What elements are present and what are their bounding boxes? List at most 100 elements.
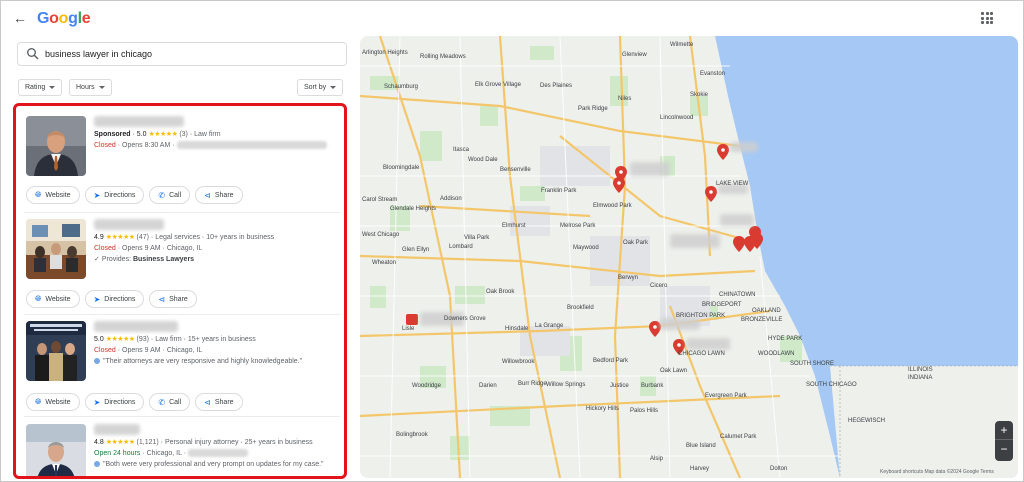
globe-icon: 🌐︎ (35, 294, 42, 303)
map-label: Lombard (449, 244, 473, 250)
map-label: Brookfield (567, 305, 594, 311)
website-button[interactable]: 🌐︎ Website (26, 186, 80, 204)
more-options-icon[interactable]: ⋮ (340, 126, 344, 137)
map-label: Bloomingdale (383, 165, 420, 171)
sort-by-dropdown[interactable]: Sort by (297, 79, 344, 96)
map-label: Harvey (690, 466, 710, 472)
result-thumbnail[interactable] (26, 219, 86, 279)
map-view[interactable]: Arlington Heights Wilmette Glenview Evan… (360, 36, 1018, 478)
result-thumbnail[interactable] (26, 321, 86, 381)
map-canvas (360, 36, 1018, 478)
map-label: Berwyn (618, 275, 639, 281)
zoom-out-button[interactable]: − (995, 439, 1013, 458)
map-label: Burbank (641, 383, 664, 389)
map-label: Melrose Park (560, 223, 596, 229)
map-label: SOUTH SHORE (790, 361, 835, 367)
category: Personal injury attorney (164, 439, 239, 446)
result-card[interactable]: Sponsored · 5.0 ★★★★★ (3) · Law firm Clo… (24, 116, 344, 212)
zoom-controls: + − (995, 421, 1013, 461)
share-label: Share (214, 191, 234, 199)
share-button[interactable]: ⊲ Share (195, 393, 243, 411)
call-button[interactable]: ✆ Call (149, 393, 191, 411)
map-label: Oak Brook (486, 289, 515, 295)
result-card[interactable]: 4.9 ★★★★★ (47) · Legal services · 10+ ye… (24, 219, 340, 315)
call-button[interactable]: ✆ Call (149, 186, 191, 204)
map-label: Itasca (453, 147, 470, 153)
chevron-down-icon (98, 86, 105, 89)
map-label: Bolingbrook (396, 432, 428, 438)
globe-icon: 🌐︎ (35, 190, 42, 199)
map-label: Wilmette (670, 42, 694, 48)
result-card[interactable]: 4.8 ★★★★★ (1,121) · Personal injury atto… (24, 424, 340, 476)
rating-value: 5.0 (136, 131, 147, 138)
website-button[interactable]: 🌐︎ Website (26, 393, 80, 411)
map-label: Evergreen Park (705, 393, 747, 399)
map-label: Calumet Park (720, 434, 757, 440)
directions-button[interactable]: ➤ Directions (84, 186, 145, 204)
map-label: Oak Park (623, 240, 649, 246)
map-label: Dolton (770, 466, 788, 472)
result-info: Sponsored · 5.0 ★★★★★ (3) · Law firm Clo… (94, 116, 336, 151)
map-label: Wood Dale (468, 157, 498, 163)
website-button[interactable]: 🌐︎ Website (26, 290, 80, 308)
map-label: Schaumburg (384, 84, 419, 90)
map-label: ILLINOIS (908, 367, 933, 373)
result-actions: 🌐︎ Website ➤ Directions ✆ Call ⊲ Share (26, 186, 243, 204)
map-label: Willow Springs (546, 382, 586, 388)
result-thumbnail[interactable] (26, 116, 86, 176)
arrow-left-icon[interactable]: ← (13, 11, 27, 25)
directions-button[interactable]: ➤ Directions (84, 290, 145, 308)
app-window: ← Google business lawyer in chicago Rati… (0, 0, 1024, 482)
map-label: Oak Lawn (660, 368, 688, 374)
map-label: Downers Grove (444, 316, 486, 322)
search-box[interactable]: business lawyer in chicago (17, 42, 347, 66)
result-title-redacted[interactable] (94, 424, 140, 435)
chevron-down-icon (49, 86, 56, 89)
result-thumbnail[interactable] (26, 424, 86, 476)
provides-label: Provides: (101, 256, 132, 263)
map-label: BRIDGEPORT (702, 302, 742, 308)
map-attribution[interactable]: Keyboard shortcuts Map data ©2024 Google… (880, 469, 994, 475)
hours-text: Opens 8:30 AM (122, 142, 171, 149)
divider (24, 416, 340, 417)
directions-button[interactable]: ➤ Directions (84, 393, 145, 411)
map-label: Justice (610, 383, 629, 389)
map-label: OAKLAND (752, 308, 781, 314)
map-label: Villa Park (464, 235, 490, 241)
map-label: Rolling Meadows (420, 54, 466, 60)
city: Chicago, IL (166, 347, 203, 354)
share-label: Share (169, 295, 188, 303)
directions-label: Directions (104, 191, 136, 199)
share-button[interactable]: ⊲ Share (195, 186, 243, 204)
map-label: Elmhurst (502, 223, 526, 229)
share-icon: ⊲ (204, 397, 211, 407)
map-label: BRIGHTON PARK (676, 313, 726, 319)
result-title-redacted[interactable] (94, 321, 178, 332)
apps-grid-icon[interactable] (981, 12, 993, 24)
directions-label: Directions (104, 398, 136, 406)
rating-filter[interactable]: Rating (18, 79, 63, 96)
star-rating-icon: ★★★★★ (105, 336, 135, 343)
city: Chicago, IL (166, 245, 203, 252)
map-label: Niles (618, 96, 632, 102)
map-label: Alsip (650, 456, 664, 462)
hours-filter[interactable]: Hours (69, 79, 112, 96)
hours-filter-label: Hours (76, 84, 95, 91)
result-title-redacted[interactable] (94, 116, 184, 127)
rating-filter-label: Rating (25, 84, 46, 91)
review-quote: "Their attorneys are very responsive and… (103, 358, 303, 365)
check-icon: ✓ (94, 256, 100, 263)
map-label: Hickory Hills (586, 406, 619, 412)
result-title-redacted[interactable] (94, 219, 164, 230)
map-label: Arlington Heights (362, 50, 408, 56)
share-button[interactable]: ⊲ Share (149, 290, 197, 308)
result-info: 5.0 ★★★★★ (93) · Law firm · 15+ years in… (94, 321, 336, 367)
zoom-in-button[interactable]: + (995, 421, 1013, 439)
directions-label: Directions (104, 295, 136, 303)
map-label: Glendale Heights (390, 206, 437, 212)
result-card[interactable]: 5.0 ★★★★★ (93) · Law firm · 15+ years in… (24, 321, 340, 417)
status-text: Closed (94, 347, 116, 354)
divider (24, 314, 340, 315)
search-input[interactable]: business lawyer in chicago (45, 49, 152, 59)
result-actions: 🌐︎ Website ➤ Directions ⊲ Share (26, 290, 197, 308)
